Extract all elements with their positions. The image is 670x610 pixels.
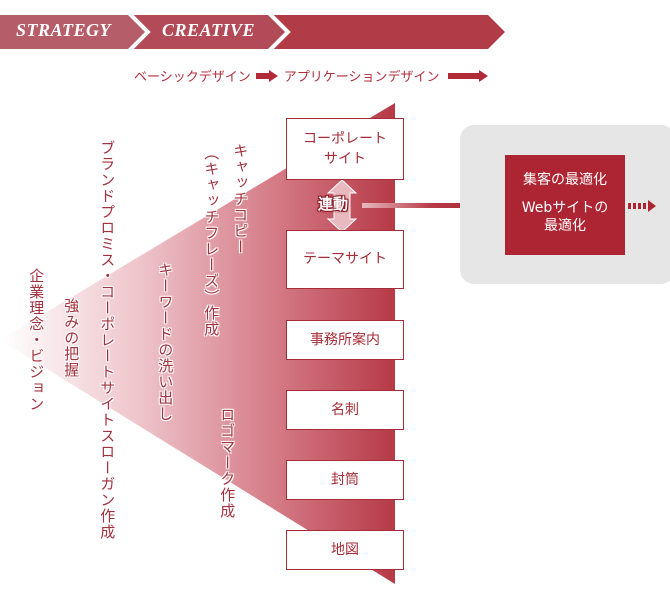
dotted-arrow-icon bbox=[628, 200, 656, 212]
output-map: 地図 bbox=[286, 530, 404, 570]
result-box: 集客の最適化 Webサイトの 最適化 bbox=[505, 155, 625, 255]
output-theme-site: テーマサイト bbox=[286, 230, 404, 289]
label-philosophy-vision: 企業理念・ビジョン bbox=[27, 268, 46, 412]
output-corporate-site: コーポレート サイト bbox=[286, 118, 404, 180]
label-catchcopy: キャッチコピー bbox=[231, 143, 250, 255]
output-office-guide: 事務所案内 bbox=[286, 320, 404, 360]
label-catchphrase: （キャッチフレーズ）作成 bbox=[202, 145, 221, 337]
label-brand-promise: ブランドプロミス・コーポレートサイトスローガン作成 bbox=[98, 140, 117, 540]
output-business-card: 名刺 bbox=[286, 390, 404, 430]
output-envelope: 封筒 bbox=[286, 460, 404, 500]
result-line-2: Webサイトの bbox=[521, 200, 609, 217]
label-keywords: キーワードの洗い出し bbox=[156, 262, 175, 422]
label-strengths: 強みの把握 bbox=[62, 298, 81, 378]
result-line-3: 最適化 bbox=[544, 218, 586, 235]
link-badge: 連動 bbox=[318, 195, 349, 213]
label-logo: ロゴマーク作成 bbox=[218, 407, 237, 519]
result-line-1: 集客の最適化 bbox=[523, 172, 607, 188]
